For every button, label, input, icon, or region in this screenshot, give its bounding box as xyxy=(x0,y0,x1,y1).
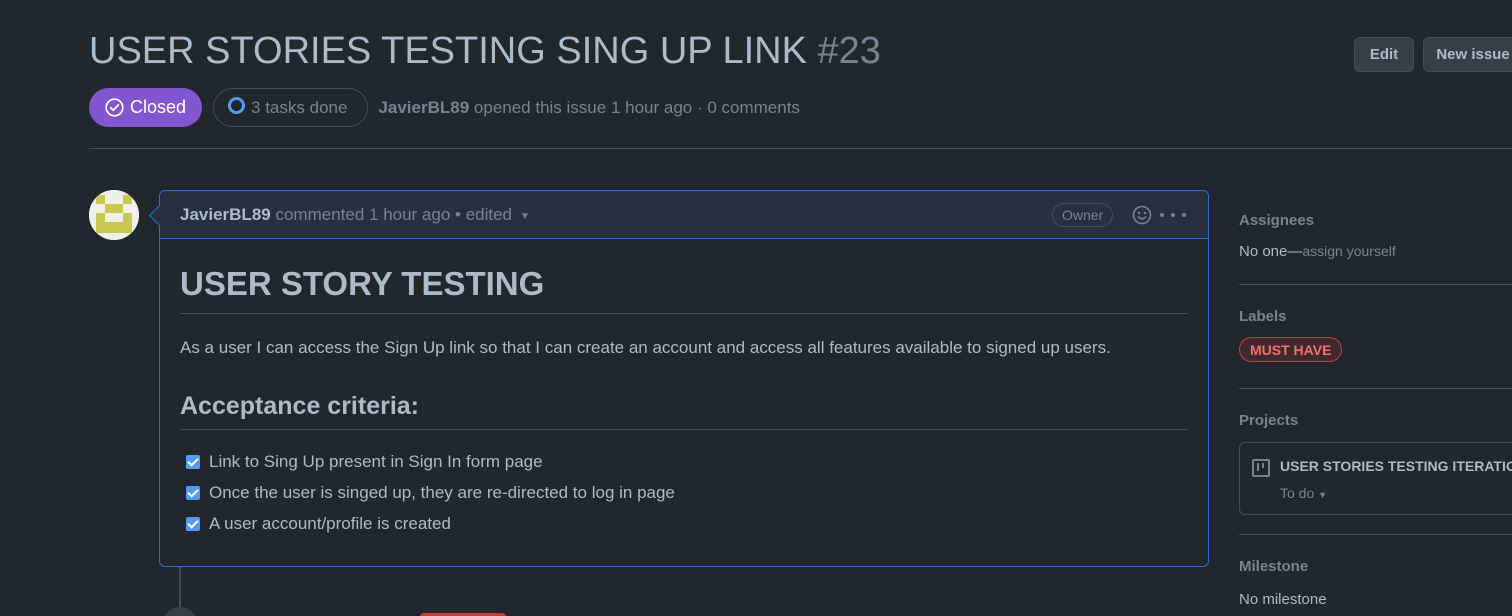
task-checkbox[interactable] xyxy=(186,516,200,531)
chevron-down-icon: ▼ xyxy=(1318,490,1328,500)
task-text: Once the user is singed up, they are re-… xyxy=(209,482,675,502)
milestone-section: Milestone No milestone xyxy=(1239,558,1512,608)
sidebar-divider xyxy=(1239,284,1512,285)
issue-meta: JavierBL89 opened this issue 1 hour ago … xyxy=(378,98,800,118)
task-text: Link to Sing Up present in Sign In form … xyxy=(209,451,543,471)
header-divider xyxy=(89,148,1512,149)
comment-header: JavierBL89 commented 1 hour ago • edited… xyxy=(160,191,1208,239)
state-label: Closed xyxy=(130,97,187,117)
add-reaction-icon[interactable] xyxy=(1130,203,1154,227)
projects-section: Projects xyxy=(1239,412,1512,429)
assignees-value: No one—assign yourself xyxy=(1239,243,1512,260)
tasks-progress-label: 3 tasks done xyxy=(251,97,348,117)
acceptance-criteria-heading: Acceptance criteria: xyxy=(180,392,1188,430)
issue-meta-row: Closed 3 tasks done JavierBL89 opened th… xyxy=(89,88,800,127)
task-item: Link to Sing Up present in Sign In form … xyxy=(180,446,1188,477)
progress-ring-icon xyxy=(228,97,246,114)
comment-meta[interactable]: commented 1 hour ago • edited xyxy=(275,205,512,225)
avatar[interactable] xyxy=(89,190,139,240)
sidebar-divider xyxy=(1239,534,1512,535)
identicon-icon xyxy=(89,190,139,240)
task-item: A user account/profile is created xyxy=(180,508,1188,539)
assignees-heading[interactable]: Assignees xyxy=(1239,212,1512,229)
issue-author-link[interactable]: JavierBL89 xyxy=(378,98,469,117)
task-item: Once the user is singed up, they are re-… xyxy=(180,477,1188,508)
chevron-down-icon[interactable]: ▼ xyxy=(520,211,530,222)
project-column-select[interactable]: To do ▼ xyxy=(1280,485,1327,501)
edit-button[interactable]: Edit xyxy=(1354,37,1414,72)
timeline-event-icon xyxy=(163,607,197,616)
comment-author-link[interactable]: JavierBL89 xyxy=(180,205,271,225)
state-badge: Closed xyxy=(89,88,203,127)
issue-title: USER STORIES TESTING SING UP LINK #23 xyxy=(89,30,881,73)
task-list: Link to Sing Up present in Sign In form … xyxy=(180,446,1188,539)
project-card[interactable]: USER STORIES TESTING ITERATION To do ▼ xyxy=(1239,442,1512,515)
sidebar-divider xyxy=(1239,388,1512,389)
tasks-progress[interactable]: 3 tasks done xyxy=(213,88,369,127)
assignees-section: Assignees No one—assign yourself xyxy=(1239,212,1512,260)
milestone-value: No milestone xyxy=(1239,591,1327,608)
comment-body: USER STORY TESTING As a user I can acces… xyxy=(160,265,1208,539)
story-paragraph: As a user I can access the Sign Up link … xyxy=(180,338,1111,357)
issue-comment: JavierBL89 commented 1 hour ago • edited… xyxy=(159,190,1209,567)
project-board-icon xyxy=(1252,459,1270,477)
story-heading: USER STORY TESTING xyxy=(180,265,1188,314)
issue-number: #23 xyxy=(817,30,881,72)
label-must-have[interactable]: MUST HAVE xyxy=(1239,337,1343,362)
milestone-heading[interactable]: Milestone xyxy=(1239,558,1512,575)
task-checkbox[interactable] xyxy=(186,454,200,469)
task-text: A user account/profile is created xyxy=(209,513,451,533)
projects-heading[interactable]: Projects xyxy=(1239,412,1512,429)
issue-page: USER STORIES TESTING SING UP LINK #23 Ed… xyxy=(0,0,1512,616)
project-name[interactable]: USER STORIES TESTING ITERATION xyxy=(1280,458,1512,474)
assign-yourself-link[interactable]: assign yourself xyxy=(1302,243,1395,259)
issue-meta-text: opened this issue 1 hour ago · 0 comment… xyxy=(473,97,800,117)
owner-badge: Owner xyxy=(1052,203,1114,227)
task-checkbox[interactable] xyxy=(186,485,200,500)
labels-heading[interactable]: Labels xyxy=(1239,308,1512,325)
more-options-icon[interactable] xyxy=(1160,203,1186,227)
closed-check-icon xyxy=(105,98,124,117)
new-issue-button[interactable]: New issue xyxy=(1423,37,1512,72)
assignees-none-text: No one— xyxy=(1239,243,1303,260)
project-column-label: To do xyxy=(1280,485,1315,501)
labels-section: Labels MUST HAVE xyxy=(1239,308,1512,362)
issue-title-text: USER STORIES TESTING SING UP LINK xyxy=(89,30,807,72)
